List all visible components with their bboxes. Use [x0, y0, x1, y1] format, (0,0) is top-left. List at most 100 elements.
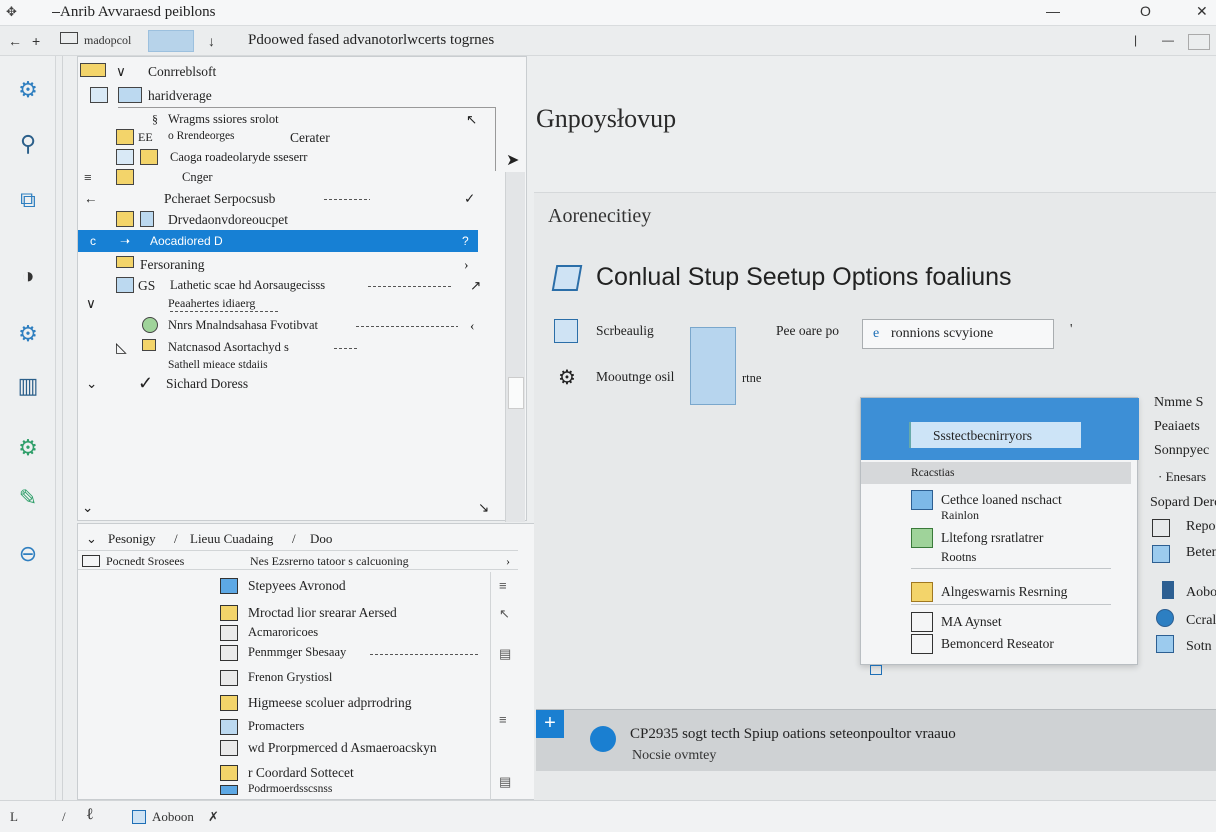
drag-image-icon[interactable]	[690, 327, 736, 405]
option-scheduling[interactable]: Scrbeaulig	[596, 323, 654, 339]
crumb-left[interactable]: Pocnedt Srosees	[106, 554, 184, 569]
side-list-item[interactable]: Peaiaets	[1154, 419, 1200, 435]
doc-icon	[116, 149, 134, 165]
minus-circle-icon[interactable]: ⊖	[14, 540, 42, 568]
link-icon[interactable]: ℓ	[86, 806, 94, 824]
tree-expand[interactable]: ∨	[116, 64, 126, 80]
book-icon[interactable]: ▥	[14, 372, 42, 400]
toolbar-minimize[interactable]: —	[1162, 33, 1174, 47]
side-list-item[interactable]: Sopard Dero	[1150, 495, 1216, 511]
filter-button[interactable]	[148, 30, 194, 52]
selected-marker: c	[90, 234, 96, 248]
dotted-leader	[356, 326, 458, 327]
doc-icon	[220, 740, 238, 756]
add-button[interactable]: +	[536, 710, 564, 738]
tree-ee-label: EE	[138, 130, 153, 144]
status-item[interactable]: L	[10, 809, 18, 825]
maximize-button[interactable]: O	[1140, 3, 1151, 19]
scroll-thumb[interactable]	[508, 377, 524, 409]
address-bar[interactable]: Pdoowed fased advanotorlwcerts togrnes	[248, 32, 494, 49]
tree-row-label: Wragms ssiores srolot	[168, 112, 279, 126]
list-icon[interactable]: ≡	[84, 170, 92, 186]
menu-icon[interactable]: ≡	[499, 712, 507, 727]
tree-row-label: Sichard Doress	[166, 376, 249, 391]
chevron-left-icon[interactable]: ‹	[470, 318, 475, 334]
tool-icon	[911, 490, 933, 510]
pointer-icon[interactable]: ↖	[499, 606, 510, 622]
tree-scrollbar[interactable]	[505, 172, 525, 522]
forward-button[interactable]: +	[32, 33, 40, 49]
gear-icon[interactable]: ⚙	[14, 76, 42, 104]
tab-separator: /	[174, 531, 178, 546]
option-mounting[interactable]: Mooutnge osil	[596, 369, 674, 385]
chevron-down-icon[interactable]: ∨	[86, 296, 96, 312]
pin-icon[interactable]: ↘	[478, 500, 489, 516]
chevron-icon[interactable]: ⌄	[86, 531, 97, 547]
option-suffix: rtne	[742, 371, 762, 385]
tree-gs-label: GS	[138, 278, 156, 293]
tab-item[interactable]: Doo	[310, 531, 332, 547]
status-bar: L / ℓ Aoboon ✗	[0, 800, 1216, 832]
folder-icon	[116, 256, 134, 268]
box-icon[interactable]: ⧉	[14, 186, 42, 214]
side-list-item[interactable]: Ccralo	[1186, 613, 1216, 629]
chevron-icon[interactable]: ⌄	[86, 376, 97, 392]
side-list-item[interactable]: Aobo	[1186, 585, 1216, 601]
panel-icon[interactable]: ▤	[499, 774, 511, 790]
panel-toggle[interactable]	[1188, 34, 1210, 50]
bottom-pane-tabs: ⌄ Pesonigy / Lieuu Cuadaing / Doo	[78, 524, 538, 550]
folder-icon[interactable]	[60, 32, 78, 44]
close-button[interactable]: ✕	[1196, 3, 1208, 20]
status-dot	[590, 726, 616, 752]
doc-icon	[220, 605, 238, 621]
bottom-pane-scrollbar[interactable]: ≡ ↖ ▤ ≡ ▤	[490, 572, 518, 800]
side-list-item[interactable]: · Enesars	[1158, 469, 1206, 485]
list-item-label: Podrmoerdsscsnss	[248, 783, 333, 795]
doc-icon	[220, 578, 238, 594]
pen-icon[interactable]: ✎	[14, 484, 42, 512]
search-input[interactable]: e ronnions scvyione	[862, 319, 1054, 349]
settings-icon[interactable]: ⚙	[14, 320, 42, 348]
menu-top-item[interactable]: Ssstectbecnirryors	[909, 422, 1081, 448]
gear-doc-icon[interactable]: ⚙	[14, 434, 42, 462]
panel-icon[interactable]: ▤	[499, 646, 511, 662]
folder-label[interactable]: madopcol	[84, 33, 131, 48]
doc-icon	[116, 277, 134, 293]
back-button[interactable]: ←	[8, 33, 22, 49]
tree-row-label: Natcnasod Asortachyd s	[168, 340, 289, 354]
side-list-item[interactable]: Beten	[1186, 545, 1216, 561]
chevron-down-icon[interactable]: ⌄	[82, 500, 93, 516]
chevron-right-icon[interactable]: ›	[464, 257, 469, 273]
pin-icon[interactable]: ↗	[470, 278, 481, 294]
minimize-button[interactable]: —	[1046, 3, 1060, 19]
crumb-right[interactable]: Nes Ezsrerno tatoor s calcuoning	[250, 554, 409, 569]
side-list-item[interactable]: Sonnpyec	[1154, 443, 1209, 459]
banner-subtext[interactable]: Nocsie ovmtey	[632, 748, 716, 764]
tree-row-selected[interactable]: c ➝ Aocadiored D ?	[78, 230, 478, 252]
menu-icon[interactable]: ≡	[499, 578, 507, 593]
menu-section-header: Rcacstias	[861, 462, 1131, 484]
side-list-item[interactable]: Repo	[1186, 519, 1216, 535]
menu-separator	[911, 604, 1111, 605]
magnifier-icon[interactable]: ⚲	[14, 130, 42, 158]
tree-side-icon[interactable]: ↖	[466, 112, 477, 128]
corner-icon	[870, 665, 882, 675]
chevron-right-icon[interactable]: ›	[506, 554, 510, 569]
person-icon[interactable]: ◑	[14, 262, 42, 290]
down-button[interactable]: ↓	[208, 33, 215, 49]
status-item[interactable]: Aoboon	[152, 809, 194, 825]
side-list-item[interactable]: Sotn	[1186, 639, 1212, 655]
side-list-item[interactable]: Nmme S	[1154, 395, 1203, 411]
window-title: Anrib Avvaraesd peiblons	[60, 4, 216, 20]
list-item-label: Stepyees Avronod	[248, 578, 346, 593]
tree-row-label: Pcheraet Serpocsusb	[164, 191, 276, 206]
tab-item[interactable]: Lieuu Cuadaing	[190, 531, 273, 547]
arrow-icon: ←	[84, 191, 98, 206]
list-item-label: Mroctad lior srearar Aersed	[248, 605, 397, 620]
menu-item-label: Bemoncerd Reseator	[941, 636, 1054, 651]
tab-item[interactable]: Pesonigy	[108, 531, 156, 547]
box-icon	[118, 87, 142, 103]
close-icon[interactable]: ✗	[208, 809, 219, 825]
move-icon[interactable]: ✥	[6, 4, 17, 20]
menu-item-label: Lltefong rsratlatrer	[941, 530, 1044, 545]
